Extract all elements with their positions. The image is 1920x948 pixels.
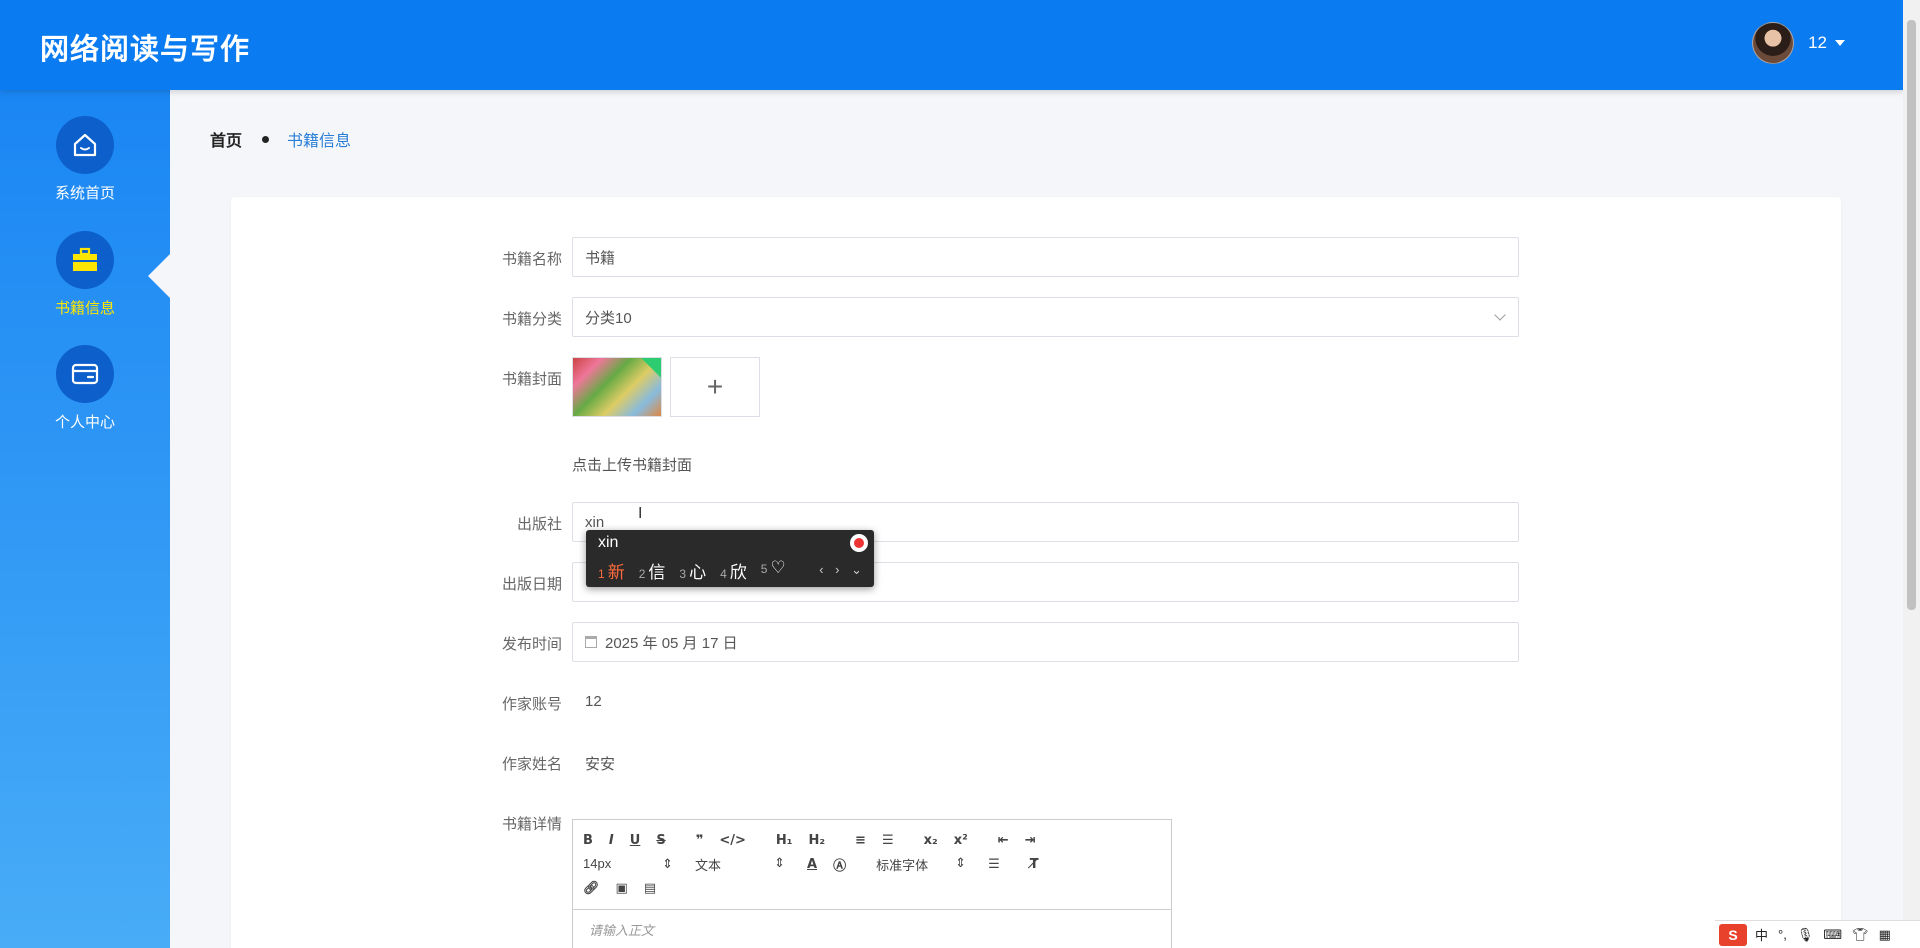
font-size-select[interactable]: 14px ⇕ xyxy=(583,856,673,872)
sidebar-item-books[interactable]: 书籍信息 xyxy=(0,231,170,318)
bullet-list-icon[interactable]: ☰ xyxy=(882,833,894,848)
caret-down-icon[interactable] xyxy=(1835,40,1845,46)
breadcrumb-current: 书籍信息 xyxy=(287,133,352,150)
ime-pinyin: xin xyxy=(598,534,619,551)
video-icon[interactable]: ▤ xyxy=(644,881,656,896)
cover-hint: 点击上传书籍封面 xyxy=(572,457,693,474)
avatar[interactable] xyxy=(1752,22,1795,64)
ime-candidate[interactable]: 2信 xyxy=(639,558,666,583)
blockquote-icon[interactable]: ❞ xyxy=(696,833,704,848)
breadcrumb-separator xyxy=(262,135,270,143)
briefcase-icon[interactable] xyxy=(56,231,114,289)
author-name-label: 作家姓名 xyxy=(501,756,562,773)
calendar-icon xyxy=(585,636,597,648)
publisher-label: 出版社 xyxy=(516,516,562,533)
release-time-label: 发布时间 xyxy=(501,636,562,653)
sidebar-item-label[interactable]: 系统首页 xyxy=(0,182,170,203)
chevron-down-icon[interactable] xyxy=(1494,309,1506,321)
details-label: 书籍详情 xyxy=(501,816,562,833)
sogou-icon[interactable]: S xyxy=(1719,923,1747,946)
background-color-icon[interactable]: Ⓐ xyxy=(833,855,846,874)
ime-punct[interactable]: °, xyxy=(1778,927,1787,942)
category-value[interactable]: 分类10 xyxy=(585,307,632,328)
user-name[interactable]: 12 xyxy=(1808,33,1827,53)
release-time-input[interactable]: 2025 年 05 月 17 日 xyxy=(572,622,1519,662)
shirt-icon[interactable]: 👕︎ xyxy=(1852,927,1869,943)
editor-body[interactable]: 请输入正文 xyxy=(573,910,1171,948)
ime-candidate[interactable]: 5 ♡ xyxy=(761,558,786,583)
page-scrollbar[interactable] xyxy=(1903,0,1920,948)
grid-icon[interactable]: ▦ xyxy=(1879,927,1891,943)
underline-icon[interactable]: U xyxy=(630,833,641,848)
author-account-value: 12 xyxy=(585,693,602,710)
breadcrumb-home[interactable]: 首页 xyxy=(210,127,242,151)
outdent-icon[interactable]: ⇤ xyxy=(998,833,1009,848)
app-title: 网络阅读与写作 xyxy=(40,34,251,66)
editor-toolbar: B I U S ❞ </> H₁ H₂ ≡ ☰ x₂ x² ⇤ ⇥ 14px ⇕ … xyxy=(573,820,1171,910)
sidebar-item-label[interactable]: 个人中心 xyxy=(0,411,170,432)
author-name-value: 安安 xyxy=(585,756,616,773)
cover-label: 书籍封面 xyxy=(501,371,562,388)
breadcrumb: 首页 书籍信息 xyxy=(210,127,351,151)
h1-icon[interactable]: H₁ xyxy=(776,833,793,848)
sidebar-item-home[interactable]: 系统首页 xyxy=(0,116,170,203)
upload-cover-button[interactable]: + xyxy=(670,357,760,417)
strike-icon[interactable]: S xyxy=(656,833,665,848)
italic-icon[interactable]: I xyxy=(609,833,614,848)
card-icon[interactable] xyxy=(56,345,114,403)
sogou-logo-icon xyxy=(850,534,868,552)
ime-page-nav[interactable]: ‹ › ⌄ xyxy=(819,562,866,578)
book-name-label: 书籍名称 xyxy=(501,251,562,268)
category-label: 书籍分类 xyxy=(501,311,562,328)
ime-candidate[interactable]: 3心 xyxy=(679,558,706,583)
font-family-select[interactable]: 标准字体 ⇕ xyxy=(876,855,966,874)
header-select[interactable]: 文本 ⇕ xyxy=(695,855,785,874)
ime-candidate-popup[interactable]: xin 1新 2信 3心 4欣 5 ♡ ‹ › ⌄ xyxy=(586,530,874,587)
publish-date-label: 出版日期 xyxy=(501,576,562,593)
indent-icon[interactable]: ⇥ xyxy=(1025,833,1036,848)
publisher-value[interactable]: xin xyxy=(585,514,604,531)
align-icon[interactable]: ☰ xyxy=(988,857,1000,872)
link-icon[interactable]: 🔗︎ xyxy=(583,881,600,896)
image-icon[interactable]: ▣ xyxy=(616,881,628,896)
keyboard-icon[interactable]: ⌨ xyxy=(1823,927,1842,943)
release-time-value[interactable]: 2025 年 05 月 17 日 xyxy=(605,632,738,653)
author-account-label: 作家账号 xyxy=(501,696,562,713)
clear-format-icon[interactable]: T̸ xyxy=(1030,857,1039,872)
book-name-input[interactable]: 书籍 xyxy=(572,237,1519,277)
text-color-icon[interactable]: A xyxy=(807,857,817,872)
subscript-icon[interactable]: x₂ xyxy=(924,833,938,848)
bold-icon[interactable]: B xyxy=(583,833,593,848)
ime-status-bar: S 中 °, 🎙︎ ⌨ 👕︎ ▦ xyxy=(1715,920,1920,948)
sidebar-item-label[interactable]: 书籍信息 xyxy=(0,297,170,318)
active-indicator xyxy=(148,252,172,300)
user-menu[interactable]: 12 xyxy=(1752,22,1845,64)
sidebar: 系统首页 书籍信息 个人中心 xyxy=(0,90,172,948)
cover-image[interactable] xyxy=(572,357,662,417)
ime-mode[interactable]: 中 xyxy=(1755,925,1768,944)
code-icon[interactable]: </> xyxy=(719,833,746,848)
ime-candidates: 1新 2信 3心 4欣 5 ♡ xyxy=(598,558,800,583)
top-header: 网络阅读与写作 12 xyxy=(0,0,1903,90)
scrollbar-thumb[interactable] xyxy=(1907,20,1916,610)
h2-icon[interactable]: H₂ xyxy=(808,833,825,848)
sidebar-item-profile[interactable]: 个人中心 xyxy=(0,345,170,432)
superscript-icon[interactable]: x² xyxy=(954,833,968,848)
ime-candidate[interactable]: 4欣 xyxy=(720,558,747,583)
book-name-value[interactable]: 书籍 xyxy=(585,247,615,268)
ime-candidate[interactable]: 1新 xyxy=(598,558,625,583)
category-select[interactable]: 分类10 xyxy=(572,297,1519,337)
rich-text-editor[interactable]: B I U S ❞ </> H₁ H₂ ≡ ☰ x₂ x² ⇤ ⇥ 14px ⇕ … xyxy=(572,819,1172,948)
mic-icon[interactable]: 🎙︎ xyxy=(1797,927,1814,943)
text-cursor-icon: I xyxy=(638,505,643,522)
ordered-list-icon[interactable]: ≡ xyxy=(855,833,866,848)
home-icon[interactable] xyxy=(56,116,114,174)
